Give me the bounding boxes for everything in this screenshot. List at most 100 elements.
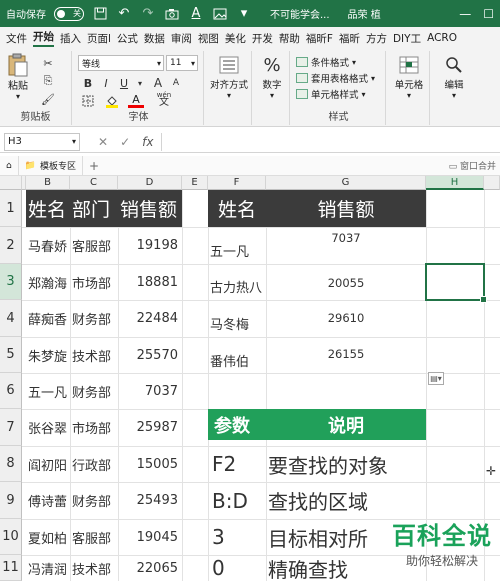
param-row-4-key[interactable]: 0 <box>212 555 266 581</box>
format-as-table-button[interactable]: 套用表格格式 ▾ <box>296 71 375 85</box>
row-header-8[interactable]: 8 <box>0 446 22 482</box>
row-header-7[interactable]: 7 <box>0 409 22 446</box>
tab-acro[interactable]: ACRO <box>427 32 457 44</box>
new-tab-button[interactable]: + <box>83 159 105 173</box>
table-row-10-name[interactable]: 冯清润 <box>28 555 70 581</box>
underline-button[interactable]: U <box>116 75 132 91</box>
tab-view[interactable]: 视图 <box>198 31 219 46</box>
lookup-row-3-name[interactable]: 马冬梅 <box>210 305 266 342</box>
cell-styles-button[interactable]: 单元格样式 ▾ <box>296 87 366 101</box>
table-row-2-sales[interactable]: 18881 <box>118 264 182 300</box>
font-size-up-button[interactable]: A <box>150 75 166 91</box>
table-row-7-sales[interactable]: 15005 <box>118 446 182 482</box>
table-row-4-name[interactable]: 朱梦旋 <box>28 337 70 373</box>
spreadsheet-grid[interactable]: B C D E F G H 1 2 3 4 5 6 7 8 9 10 11 姓名… <box>0 176 500 581</box>
cells-button[interactable]: 单元格 ▾ <box>390 53 428 100</box>
font-color-button[interactable]: A <box>128 93 144 108</box>
tab-review[interactable]: 审阅 <box>171 31 192 46</box>
param-header[interactable]: 参数 <box>214 409 266 440</box>
param-row-2-key[interactable]: B:D <box>212 482 266 519</box>
table-row-5-name[interactable]: 五一凡 <box>28 373 70 409</box>
paste-options-icon[interactable]: ▤▾ <box>428 372 444 385</box>
lookup-row-4-sales[interactable]: 26155 <box>266 343 426 365</box>
font-name-select[interactable]: 等线 ▾ <box>78 55 164 71</box>
table-row-6-dept[interactable]: 市场部 <box>72 409 118 446</box>
paste-button[interactable]: 粘贴 ▾ <box>6 53 30 101</box>
tab-formulas[interactable]: 公式 <box>117 31 138 46</box>
font-color-quick-icon[interactable]: A <box>188 6 204 22</box>
table-row-10-dept[interactable]: 技术部 <box>72 555 118 581</box>
table-row-4-dept[interactable]: 技术部 <box>72 337 118 373</box>
table-row-3-name[interactable]: 薛痴香 <box>28 300 70 337</box>
column-header-i[interactable] <box>484 176 500 190</box>
table-row-4-sales[interactable]: 25570 <box>118 337 182 373</box>
save-icon[interactable] <box>92 6 108 22</box>
lookup-row-2-sales[interactable]: 20055 <box>266 272 426 294</box>
table-row-9-dept[interactable]: 客服部 <box>72 519 118 555</box>
tab-diy[interactable]: DIY工 <box>393 31 421 46</box>
table1-header-sales[interactable]: 销售额 <box>120 190 182 227</box>
conditional-format-button[interactable]: 条件格式 ▾ <box>296 55 356 69</box>
enter-formula-icon[interactable]: ✓ <box>120 135 130 149</box>
number-format-button[interactable]: % 数字 ▾ <box>257 53 287 101</box>
param-row-3-key[interactable]: 3 <box>212 519 266 555</box>
row-header-4[interactable]: 4 <box>0 300 22 337</box>
param-row-1-key[interactable]: F2 <box>212 446 266 482</box>
table-row-3-sales[interactable]: 22484 <box>118 300 182 337</box>
row-header-2[interactable]: 2 <box>0 227 22 264</box>
formula-input[interactable] <box>161 132 500 151</box>
tab-foxit-f[interactable]: 福昕F <box>306 31 333 46</box>
font-size-select[interactable]: 11 ▾ <box>166 55 198 71</box>
bold-button[interactable]: B <box>80 75 96 91</box>
autosave-toggle[interactable]: 关 <box>54 6 84 21</box>
tab-developer[interactable]: 开发 <box>252 31 273 46</box>
tab-insert[interactable]: 插入 <box>60 31 81 46</box>
tab-page-layout[interactable]: 页面l <box>87 31 111 46</box>
row-header-1[interactable]: 1 <box>0 190 22 227</box>
format-painter-icon[interactable]: 🖌 <box>40 91 56 107</box>
insert-function-icon[interactable]: fx <box>142 135 153 149</box>
table-row-8-name[interactable]: 傅诗蕾 <box>28 482 70 519</box>
table2-header-name[interactable]: 姓名 <box>218 190 266 227</box>
lookup-row-2-name[interactable]: 古力热八 <box>210 268 266 304</box>
description-header[interactable]: 说明 <box>266 409 426 440</box>
tab-fangfang[interactable]: 方方 <box>366 31 387 46</box>
table1-header-name[interactable]: 姓名 <box>28 190 70 227</box>
column-header-f[interactable]: F <box>208 176 266 190</box>
redo-icon[interactable]: ↷ <box>140 6 156 22</box>
table-row-6-name[interactable]: 张谷翠 <box>28 409 70 446</box>
lookup-row-3-sales[interactable]: 29610 <box>266 307 426 329</box>
tab-help[interactable]: 帮助 <box>279 31 300 46</box>
tab-foxit[interactable]: 福昕 <box>339 31 360 46</box>
row-header-6[interactable]: 6 <box>0 373 22 409</box>
row-header-11[interactable]: 11 <box>0 555 22 581</box>
column-header-b[interactable]: B <box>26 176 70 190</box>
row-header-9[interactable]: 9 <box>0 482 22 519</box>
lookup-row-4-name[interactable]: 番伟伯 <box>210 342 266 378</box>
column-header-c[interactable]: C <box>70 176 118 190</box>
customize-icon[interactable]: ▾ <box>236 6 252 22</box>
name-box[interactable]: H3 ▾ <box>4 132 80 151</box>
table-row-2-dept[interactable]: 市场部 <box>72 264 118 300</box>
lookup-row-1-name[interactable]: 五一凡 <box>210 232 266 269</box>
table2-header-sales[interactable]: 销售额 <box>266 190 426 227</box>
font-size-down-button[interactable]: A <box>168 75 184 91</box>
tab-data[interactable]: 数据 <box>144 31 165 46</box>
copy-icon[interactable]: ⎘ <box>40 73 56 89</box>
table-row-7-name[interactable]: 阎初阳 <box>28 446 70 482</box>
phonetic-guide-icon[interactable]: wén 文 <box>154 91 174 108</box>
home-icon[interactable]: ⌂ <box>0 156 19 175</box>
table-row-9-name[interactable]: 夏如柏 <box>28 519 70 555</box>
undo-icon[interactable]: ↶ <box>116 6 132 22</box>
cut-icon[interactable]: ✂ <box>40 55 56 71</box>
camera-icon[interactable] <box>164 6 180 22</box>
column-header-h[interactable]: H <box>426 176 484 190</box>
window-merge-button[interactable]: ▭ 窗口合并 <box>449 159 500 172</box>
cancel-formula-icon[interactable]: ✕ <box>98 135 108 149</box>
minimize-icon[interactable]: — <box>459 7 471 21</box>
row-header-3[interactable]: 3 <box>0 264 22 300</box>
selected-cell-h3[interactable] <box>425 263 487 303</box>
select-all-corner[interactable] <box>0 176 22 190</box>
table-row-2-name[interactable]: 郑瀚海 <box>28 264 70 300</box>
table-row-1-sales[interactable]: 19198 <box>118 227 182 264</box>
